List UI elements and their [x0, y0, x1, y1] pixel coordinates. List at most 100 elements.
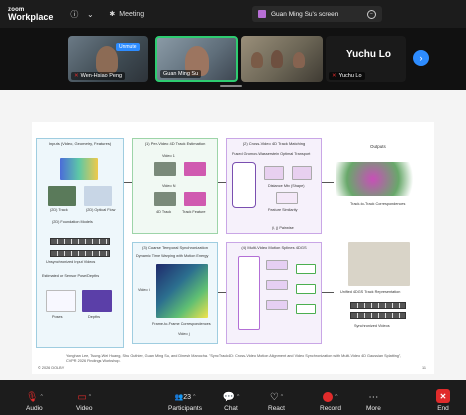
dtw-label: Dynamic Time Warping with Motion Energy: [136, 254, 209, 258]
inputs-track-label: (2D) Track: [50, 208, 68, 212]
film-strip: [50, 250, 110, 257]
graph-diagram: [232, 162, 256, 208]
track-matching-title: (2) Cross-Video 4D Track Matching: [242, 141, 306, 146]
film-strip: [350, 312, 406, 319]
track-feature: [184, 162, 206, 176]
video-1-label: Video 1: [162, 154, 175, 158]
similarity-label: Feature Similarity: [268, 208, 298, 212]
unified-4dgs-label: Unified 4DGS Track Representation: [340, 290, 401, 294]
poses-label: Poses: [52, 315, 63, 319]
participant-name-tag: Guan Ming Su: [160, 70, 202, 78]
dtw-heatmap: [156, 264, 208, 318]
distance-matrix: [264, 166, 284, 180]
synced-videos-label: Synchronized Videos: [354, 324, 390, 328]
react-label: React: [268, 405, 285, 412]
next-page-button[interactable]: ›: [413, 50, 429, 66]
participant-tile[interactable]: Yuchu Lo ✕ Yuchu Lo: [326, 36, 406, 82]
unmute-badge[interactable]: Unmute: [116, 43, 140, 51]
record-icon: ^: [323, 391, 337, 403]
spline-box: [266, 280, 288, 290]
spline-output: [296, 284, 316, 294]
chat-label: Chat: [224, 405, 238, 412]
video-j-label: Video j: [178, 332, 190, 336]
distance-label: Distance Mtx (Shape): [268, 184, 305, 188]
film-strip: [50, 238, 110, 245]
inputs-pose-label: Estimated or Sensor Pose/Depths: [42, 274, 100, 278]
arrow: [124, 182, 132, 183]
poses-image: [46, 290, 76, 312]
top-bar: zoom Workplace ⓘ ⌄ ✱ Meeting Guan Ming S…: [0, 0, 466, 28]
film-strip: [350, 302, 406, 309]
end-button[interactable]: ✕ End: [436, 389, 450, 412]
audio-button[interactable]: 🎙 ^ Audio: [26, 391, 43, 413]
arrow: [322, 292, 334, 293]
zoom-window: zoom Workplace ⓘ ⌄ ✱ Meeting Guan Ming S…: [0, 0, 466, 415]
chat-icon: 💬 ^: [222, 391, 240, 403]
participant-name: Guan Ming Su: [163, 71, 199, 77]
share-indicator[interactable]: Guan Ming Su's screen −: [252, 6, 382, 22]
inputs-title: Inputs (Video, Geometry, Features): [48, 141, 112, 146]
outputs-title: Outputs: [370, 144, 386, 149]
spline-box: [266, 260, 288, 270]
more-label: More: [366, 405, 381, 412]
mic-muted-icon: ✕: [74, 73, 79, 79]
chevron-right-icon: ›: [419, 53, 423, 63]
track-frame: [154, 192, 176, 206]
video-label: Video: [76, 405, 93, 412]
arrow: [218, 292, 226, 293]
spline-input-stack: [238, 256, 260, 330]
chevron-down-icon[interactable]: ⌄: [85, 9, 95, 19]
participant-big-name: Yuchu Lo: [346, 49, 391, 60]
record-label: Record: [320, 405, 341, 412]
depths-image: [82, 290, 112, 312]
participant-name: Yuchu Lo: [338, 73, 362, 79]
similarity-matrix: [276, 192, 298, 204]
participants-button[interactable]: 👥 23 ^ Participants: [168, 391, 202, 413]
meeting-indicator[interactable]: ✱ Meeting: [109, 10, 145, 19]
close-icon: ✕: [436, 389, 450, 403]
view-options-icon[interactable]: −: [367, 9, 376, 19]
participant-name-tag: ✕ Wen-Hsiao Peng: [71, 72, 126, 80]
track-estimation-title: (1) Per-Video 4D Track Estimation: [144, 141, 206, 146]
track-frame: [154, 162, 176, 176]
video-button[interactable]: ▭ ^ Video: [76, 391, 93, 413]
info-icon[interactable]: ⓘ: [69, 9, 79, 19]
temporal-sync-title: (3) Coarse Temporal Synchronization: [142, 245, 208, 250]
strip-resize-handle[interactable]: [220, 85, 242, 87]
track-feature-label: Track Feature: [182, 210, 206, 214]
depths-label: Depths: [88, 315, 101, 319]
share-screen-icon: [258, 10, 266, 18]
shared-screen: Inputs (Video, Geometry, Features) (2D) …: [0, 90, 466, 380]
participants-label: Participants: [168, 405, 202, 412]
video-off-icon: ▭ ^: [77, 391, 92, 403]
track-4d-label: 4D Track: [156, 210, 172, 214]
participant-tile-active[interactable]: Guan Ming Su: [155, 36, 238, 82]
arrow: [218, 182, 226, 183]
react-button[interactable]: ♡ ^ React: [268, 391, 285, 413]
inputs-fm-label: (2D) Foundation Models: [52, 220, 93, 224]
meeting-toolbar: 🎙 ^ Audio ▭ ^ Video 👥 23 ^ Participants 💬 ^ …: [0, 380, 466, 415]
citation-text: Yonghan Lee, Tsung-Wei Huang, Shu Guthie…: [66, 354, 402, 363]
participant-tile[interactable]: [241, 36, 323, 82]
input-image: [48, 186, 76, 206]
arrow: [322, 182, 334, 183]
record-button[interactable]: ^ Record: [320, 391, 341, 412]
correspondences-label: Track-to-Track Correspondences: [350, 202, 406, 206]
more-button[interactable]: ⋯ More: [366, 391, 381, 413]
audio-label: Audio: [26, 405, 43, 412]
meeting-label: Meeting: [119, 10, 145, 18]
point-cloud-image: [336, 162, 428, 196]
mic-muted-icon: ✕: [332, 73, 337, 79]
more-icon: ⋯: [368, 391, 379, 403]
participant-count: 23: [183, 393, 192, 401]
track-feature: [184, 192, 206, 206]
react-icon: ♡ ^: [269, 391, 284, 403]
spline-output: [296, 304, 316, 314]
chat-button[interactable]: 💬 ^ Chat: [222, 391, 240, 413]
participant-tile[interactable]: Unmute ✕ Wen-Hsiao Peng: [68, 36, 148, 82]
motion-splines-title: (4) Multi-Video Motion Splines 4DGS: [241, 245, 307, 250]
participant-video: [96, 46, 118, 74]
inputs-flow-label: (2D) Optical Flow: [86, 208, 116, 212]
input-image: [60, 158, 98, 180]
input-image: [84, 186, 112, 206]
